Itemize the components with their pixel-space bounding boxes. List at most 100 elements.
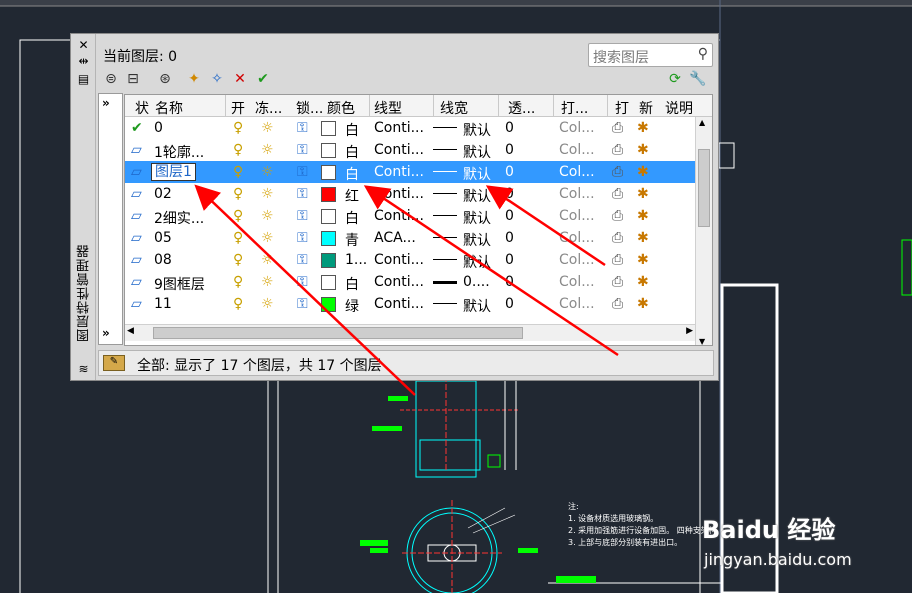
col-lineweight[interactable]: 线宽 — [440, 98, 468, 118]
layer-name[interactable]: 9图框层 — [154, 274, 205, 294]
layer-name[interactable]: 0 — [154, 120, 163, 136]
vertical-scrollbar[interactable]: ▲ ▼ — [695, 117, 712, 345]
lineweight[interactable]: 默认 — [463, 164, 491, 184]
layer-name[interactable]: 05 — [154, 230, 172, 246]
lightbulb-icon[interactable]: ♀ — [233, 164, 243, 180]
sun-icon[interactable]: ☼ — [261, 230, 274, 246]
linetype[interactable]: Conti... — [374, 120, 424, 136]
col-linetype[interactable]: 线型 — [374, 98, 402, 118]
color-swatch[interactable] — [321, 275, 336, 290]
new-vp-freeze-icon[interactable]: ✱ — [637, 252, 649, 268]
layer-icon[interactable]: ▱ — [131, 296, 142, 312]
linetype[interactable]: Conti... — [374, 164, 424, 180]
new-vp-freeze-icon[interactable]: ✱ — [637, 208, 649, 224]
lineweight[interactable]: 默认 — [463, 252, 491, 272]
checkmark-icon[interactable]: ✔ — [131, 120, 143, 136]
settings-icon[interactable]: 🔧 — [688, 69, 708, 89]
unlock-icon[interactable]: ⚿ — [297, 164, 308, 180]
plot-style[interactable]: Col... — [559, 252, 595, 268]
color-swatch[interactable] — [321, 253, 336, 268]
layer-name[interactable]: 1轮廓... — [154, 142, 204, 162]
lightbulb-icon[interactable]: ♀ — [233, 252, 243, 268]
table-row[interactable]: ▱ 9图框层 ♀ ☼ ⚿ 白 Conti... 0.... 0 Col... ⎙ ✱ — [125, 271, 697, 293]
unlock-icon[interactable]: ⚿ — [297, 274, 308, 290]
layer-name[interactable]: 11 — [154, 296, 172, 312]
transparency[interactable]: 0 — [505, 120, 514, 136]
transparency[interactable]: 0 — [505, 296, 514, 312]
set-current-icon[interactable]: ✔ — [253, 69, 273, 89]
transparency[interactable]: 0 — [505, 274, 514, 290]
printer-icon[interactable]: ⎙ — [612, 296, 623, 312]
printer-icon[interactable]: ⎙ — [612, 274, 623, 290]
layer-name[interactable]: 2细实... — [154, 208, 204, 228]
table-row[interactable]: ▱ 1轮廓... ♀ ☼ ⚿ 白 Conti... 默认 0 Col... ⎙ ✱ — [125, 139, 697, 161]
table-row[interactable]: ▱ 图层1 ♀ ☼ ⚿ 白 Conti... 默认 0 Col... ⎙ ✱ — [125, 161, 697, 183]
col-status[interactable]: 状 — [135, 98, 149, 118]
new-vp-freeze-icon[interactable]: ✱ — [637, 186, 649, 202]
col-on[interactable]: 开 — [231, 98, 245, 118]
new-vp-freeze-icon[interactable]: ✱ — [637, 230, 649, 246]
col-freeze[interactable]: 冻... — [255, 98, 282, 118]
color-name[interactable]: 青 — [345, 230, 359, 250]
sun-icon[interactable]: ☼ — [261, 142, 274, 158]
color-swatch[interactable] — [321, 231, 336, 246]
pin-icon[interactable]: ⇹ — [76, 54, 91, 68]
linetype[interactable]: ACA... — [374, 230, 416, 246]
new-layer-icon[interactable]: ✦ — [184, 69, 204, 89]
plot-style[interactable]: Col... — [559, 208, 595, 224]
delete-layer-icon[interactable]: ✕ — [230, 69, 250, 89]
linetype[interactable]: Conti... — [374, 296, 424, 312]
transparency[interactable]: 0 — [505, 252, 514, 268]
lineweight[interactable]: 默认 — [463, 230, 491, 250]
close-icon[interactable]: ✕ — [76, 38, 91, 52]
printer-icon[interactable]: ⎙ — [612, 164, 623, 180]
new-vp-freeze-icon[interactable]: ✱ — [637, 296, 649, 312]
col-color[interactable]: 颜色 — [327, 98, 355, 118]
table-row[interactable]: ▱ 2细实... ♀ ☼ ⚿ 白 Conti... 默认 0 Col... ⎙ ✱ — [125, 205, 697, 227]
layer-icon[interactable]: ▱ — [131, 274, 142, 290]
refresh-icon[interactable]: ⟳ — [665, 69, 685, 89]
transparency[interactable]: 0 — [505, 186, 514, 202]
properties-icon[interactable]: ▤ — [76, 72, 91, 86]
layer-states-icon[interactable]: ⊛ — [155, 69, 175, 89]
new-vp-freeze-icon[interactable]: ✱ — [637, 120, 649, 136]
unlock-icon[interactable]: ⚿ — [297, 252, 308, 268]
sun-icon[interactable]: ☼ — [261, 252, 274, 268]
color-name[interactable]: 白 — [345, 274, 359, 294]
layer-icon[interactable]: ▱ — [131, 230, 142, 246]
collapse-icon[interactable]: » — [102, 326, 110, 340]
col-plotstyle[interactable]: 打... — [561, 98, 588, 118]
new-vp-freeze-icon[interactable]: ✱ — [637, 142, 649, 158]
plot-style[interactable]: Col... — [559, 164, 595, 180]
filter-status-icon[interactable]: ✎ — [103, 355, 125, 371]
sun-icon[interactable]: ☼ — [261, 274, 274, 290]
layer-icon[interactable]: ▱ — [131, 208, 142, 224]
linetype[interactable]: Conti... — [374, 142, 424, 158]
plot-style[interactable]: Col... — [559, 120, 595, 136]
color-swatch[interactable] — [321, 209, 336, 224]
col-plot[interactable]: 打 — [615, 98, 629, 118]
sun-icon[interactable]: ☼ — [261, 208, 274, 224]
lightbulb-icon[interactable]: ♀ — [233, 274, 243, 290]
layer-name[interactable]: 02 — [154, 186, 172, 202]
color-swatch[interactable] — [321, 143, 336, 158]
color-name[interactable]: 白 — [345, 120, 359, 140]
layer-name[interactable]: 08 — [154, 252, 172, 268]
plot-style[interactable]: Col... — [559, 274, 595, 290]
lineweight[interactable]: 默认 — [463, 208, 491, 228]
transparency[interactable]: 0 — [505, 164, 514, 180]
lineweight[interactable]: 0.... — [463, 274, 490, 290]
printer-icon[interactable]: ⎙ — [612, 186, 623, 202]
plot-style[interactable]: Col... — [559, 296, 595, 312]
color-name[interactable]: 绿 — [345, 296, 359, 316]
search-layer-input[interactable]: 搜索图层 ⚲ — [588, 43, 713, 67]
horizontal-scrollbar[interactable]: ◀ ▶ — [125, 324, 695, 341]
color-swatch[interactable] — [321, 121, 336, 136]
linetype[interactable]: Conti... — [374, 208, 424, 224]
linetype[interactable]: Conti... — [374, 252, 424, 268]
table-row[interactable]: ▱ 08 ♀ ☼ ⚿ 1... Conti... 默认 0 Col... ⎙ ✱ — [125, 249, 697, 271]
unlock-icon[interactable]: ⚿ — [297, 120, 308, 136]
unlock-icon[interactable]: ⚿ — [297, 208, 308, 224]
printer-icon[interactable]: ⎙ — [612, 252, 623, 268]
lightbulb-icon[interactable]: ♀ — [233, 120, 243, 136]
